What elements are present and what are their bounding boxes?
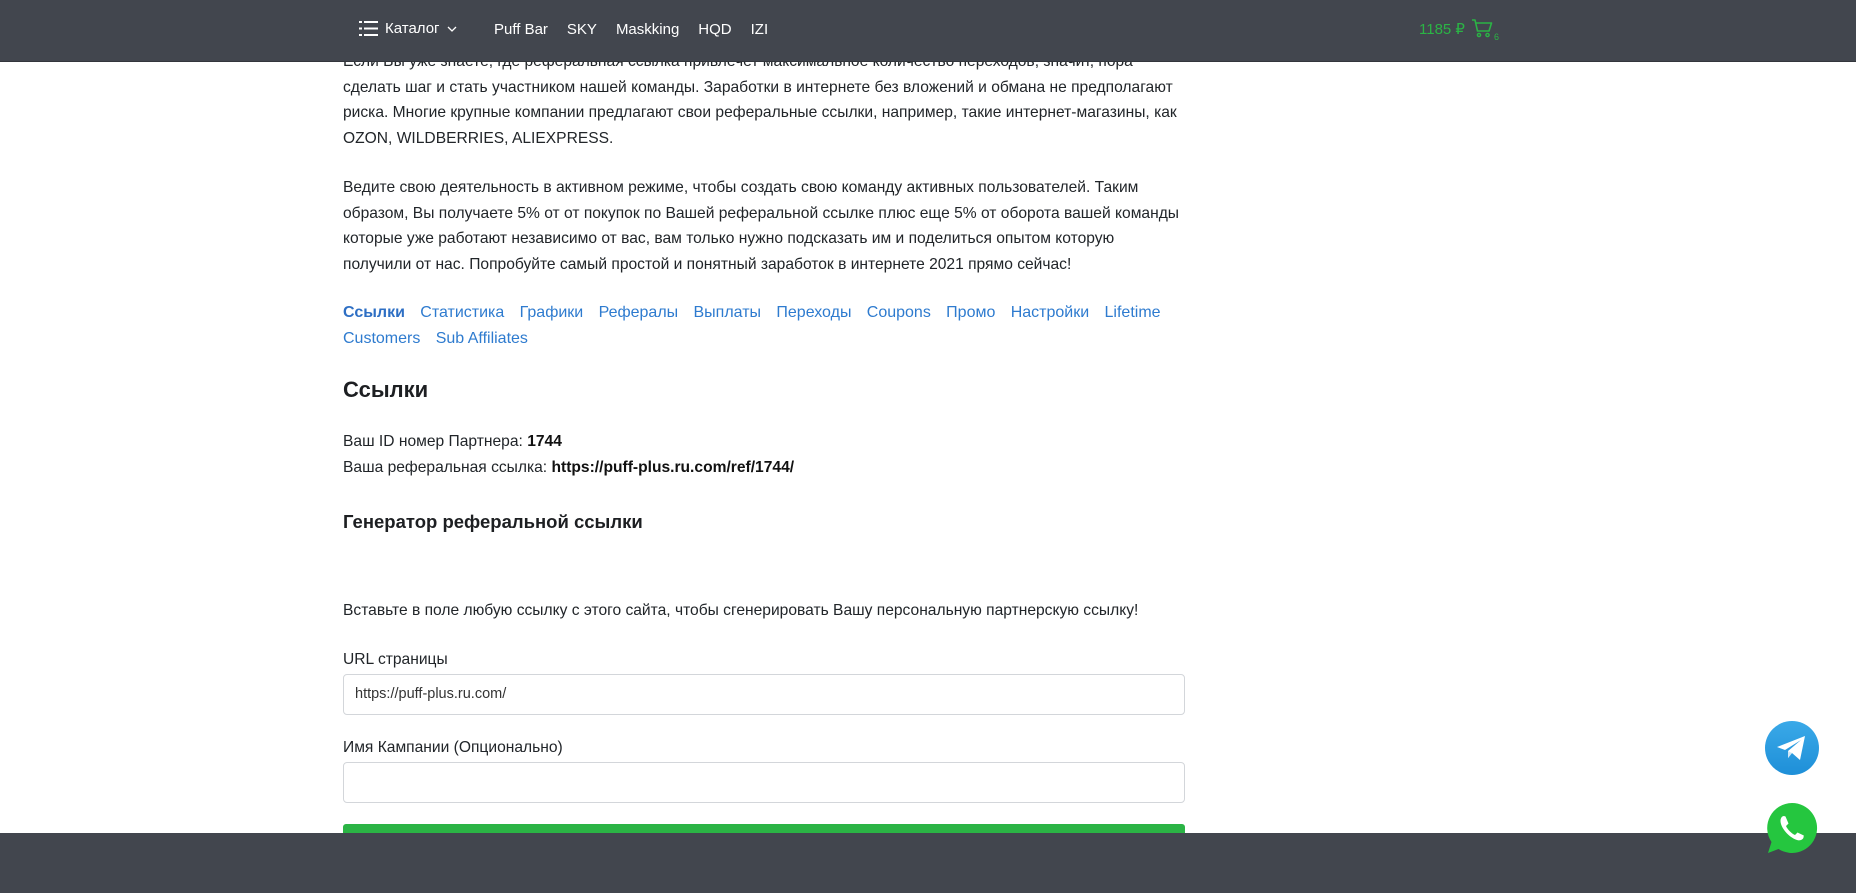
- campaign-name-input[interactable]: [343, 762, 1185, 803]
- tab-statistics[interactable]: Статистика: [420, 304, 504, 321]
- partner-id-value: 1744: [527, 433, 562, 450]
- campaign-field-label: Имя Кампании (Опционально): [343, 739, 563, 756]
- generator-description: Вставьте в поле любую ссылку с этого сай…: [343, 602, 1139, 619]
- top-navbar: Каталог Puff Bar SKY Maskking HQD IZI 11…: [0, 0, 1856, 62]
- tab-sub-affiliates[interactable]: Sub Affiliates: [436, 330, 528, 347]
- tab-visits[interactable]: Переходы: [776, 304, 851, 321]
- nav-link-puff-bar[interactable]: Puff Bar: [494, 21, 548, 38]
- url-field-label: URL страницы: [343, 651, 448, 668]
- menu-list-icon: [359, 21, 378, 36]
- chevron-down-icon: [447, 26, 456, 32]
- tab-payouts[interactable]: Выплаты: [694, 304, 762, 321]
- page-url-input[interactable]: https://puff-plus.ru.com/: [343, 674, 1185, 715]
- tab-settings[interactable]: Настройки: [1011, 304, 1089, 321]
- main-nav: Puff Bar SKY Maskking HQD IZI: [494, 21, 787, 38]
- ref-link-row: Ваша реферальная ссылка: https://puff-pl…: [343, 455, 794, 481]
- affiliate-tabs: Ссылки Статистика Графики Рефералы Выпла…: [343, 300, 1185, 351]
- nav-link-sky[interactable]: SKY: [567, 21, 597, 38]
- partner-id-label: Ваш ID номер Партнера:: [343, 433, 523, 450]
- footer: [0, 833, 1856, 893]
- catalog-menu-button[interactable]: Каталог: [359, 20, 457, 37]
- partner-info: Ваш ID номер Партнера: 1744 Ваша реферал…: [343, 429, 794, 481]
- generator-title: Генератор реферальной ссылки: [343, 511, 643, 532]
- nav-link-izi[interactable]: IZI: [751, 21, 769, 38]
- nav-link-hqd[interactable]: HQD: [698, 21, 731, 38]
- tab-promo[interactable]: Промо: [946, 304, 995, 321]
- telegram-icon: [1765, 721, 1819, 775]
- telegram-button[interactable]: [1764, 720, 1820, 776]
- page-url-value: https://puff-plus.ru.com/: [355, 685, 507, 702]
- cart-button[interactable]: 1185 ₽ 6: [1419, 19, 1499, 42]
- tab-graphs[interactable]: Графики: [520, 304, 584, 321]
- intro-paragraph-1: Если Вы уже знаете, где реферальная ссыл…: [343, 53, 1177, 147]
- nav-link-maskking[interactable]: Maskking: [616, 21, 679, 38]
- ref-link-label: Ваша реферальная ссылка:: [343, 459, 548, 476]
- cart-total: 1185 ₽: [1419, 21, 1465, 38]
- links-section-title: Ссылки: [343, 377, 429, 402]
- intro-paragraph-2: Ведите свою деятельность в активном режи…: [343, 179, 1180, 273]
- partner-id-row: Ваш ID номер Партнера: 1744: [343, 429, 794, 455]
- cart-count-badge: 6: [1493, 32, 1499, 42]
- whatsapp-button[interactable]: [1764, 800, 1820, 856]
- shopping-cart-icon: [1471, 19, 1493, 38]
- tab-coupons[interactable]: Coupons: [867, 304, 931, 321]
- tab-links[interactable]: Ссылки: [343, 304, 405, 321]
- whatsapp-icon: [1767, 802, 1818, 853]
- ref-link-value[interactable]: https://puff-plus.ru.com/ref/1744/: [551, 459, 794, 476]
- tab-referrals[interactable]: Рефералы: [599, 304, 679, 321]
- catalog-label: Каталог: [385, 20, 440, 37]
